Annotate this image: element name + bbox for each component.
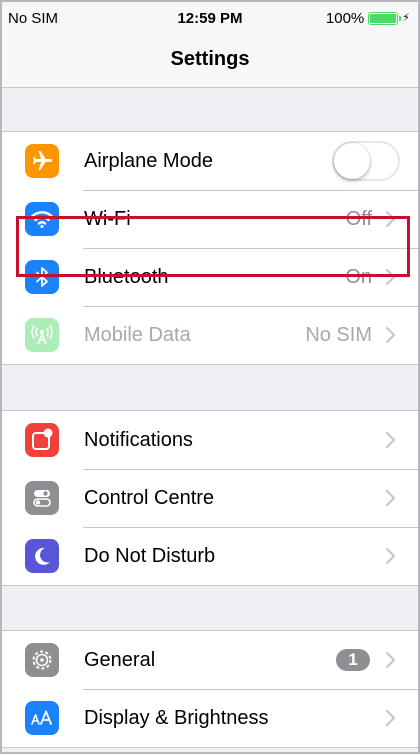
settings-row-do-not-disturb[interactable]: Do Not Disturb (2, 527, 418, 585)
row-label: Bluetooth (84, 265, 169, 288)
update-count-badge: 1 (336, 649, 370, 671)
notifications-icon (25, 423, 59, 457)
status-bar: No SIM 12:59 PM 100% ⚡ (2, 2, 418, 38)
connectivity-group: Airplane Mode Wi-Fi Off Bluetooth On Mob… (2, 131, 418, 365)
wifi-icon (25, 202, 59, 236)
chevron-right-icon (385, 547, 396, 565)
battery-indicator: 100% ⚡ (326, 10, 410, 27)
row-label: Airplane Mode (84, 149, 213, 172)
row-label: Display & Brightness (84, 706, 269, 729)
alerts-group: Notifications Control Centre Do Not Dist… (2, 410, 418, 586)
chevron-right-icon (385, 709, 396, 727)
settings-row-display-brightness[interactable]: Display & Brightness (2, 689, 418, 747)
settings-row-bluetooth[interactable]: Bluetooth On (2, 248, 418, 306)
row-label: Wi-Fi (84, 207, 131, 230)
settings-row-wifi[interactable]: Wi-Fi Off (2, 190, 418, 248)
device-group: General 1 Display & Brightness (2, 630, 418, 748)
row-label: Control Centre (84, 486, 215, 509)
chevron-right-icon (385, 210, 396, 228)
row-label: General (84, 648, 156, 671)
bluetooth-icon (25, 260, 59, 294)
chevron-right-icon (385, 431, 396, 449)
settings-row-notifications[interactable]: Notifications (2, 411, 418, 469)
battery-level-fill (370, 14, 397, 23)
moon-icon (25, 539, 59, 573)
navigation-bar: Settings (2, 38, 418, 88)
control-centre-icon (25, 481, 59, 515)
settings-row-general[interactable]: General 1 (2, 631, 418, 689)
chevron-right-icon (385, 651, 396, 669)
settings-row-airplane-mode[interactable]: Airplane Mode (2, 132, 418, 190)
antenna-icon (25, 318, 59, 352)
battery-icon (368, 12, 402, 25)
chevron-right-icon (385, 489, 396, 507)
battery-percentage: 100% (325, 10, 365, 27)
bluetooth-status-value: On (345, 265, 372, 288)
text-size-icon (25, 701, 59, 735)
phone-screen: No SIM 12:59 PM 100% ⚡ Settings Airplane… (0, 0, 420, 754)
airplane-mode-toggle[interactable] (332, 141, 400, 181)
gear-icon (25, 643, 59, 677)
wifi-status-value: Off (345, 207, 372, 230)
settings-row-control-centre[interactable]: Control Centre (2, 469, 418, 527)
settings-row-mobile-data[interactable]: Mobile Data No SIM (2, 306, 418, 364)
toggle-knob (334, 143, 370, 179)
row-label: Notifications (84, 428, 193, 451)
row-label: Do Not Disturb (84, 544, 216, 567)
mobile-data-status-value: No SIM (305, 323, 372, 346)
airplane-icon (25, 144, 59, 178)
chevron-right-icon (385, 268, 396, 286)
page-title: Settings (170, 48, 250, 70)
row-label: Mobile Data (84, 323, 191, 346)
chevron-right-icon (385, 326, 396, 344)
bolt-icon: ⚡ (402, 12, 410, 24)
